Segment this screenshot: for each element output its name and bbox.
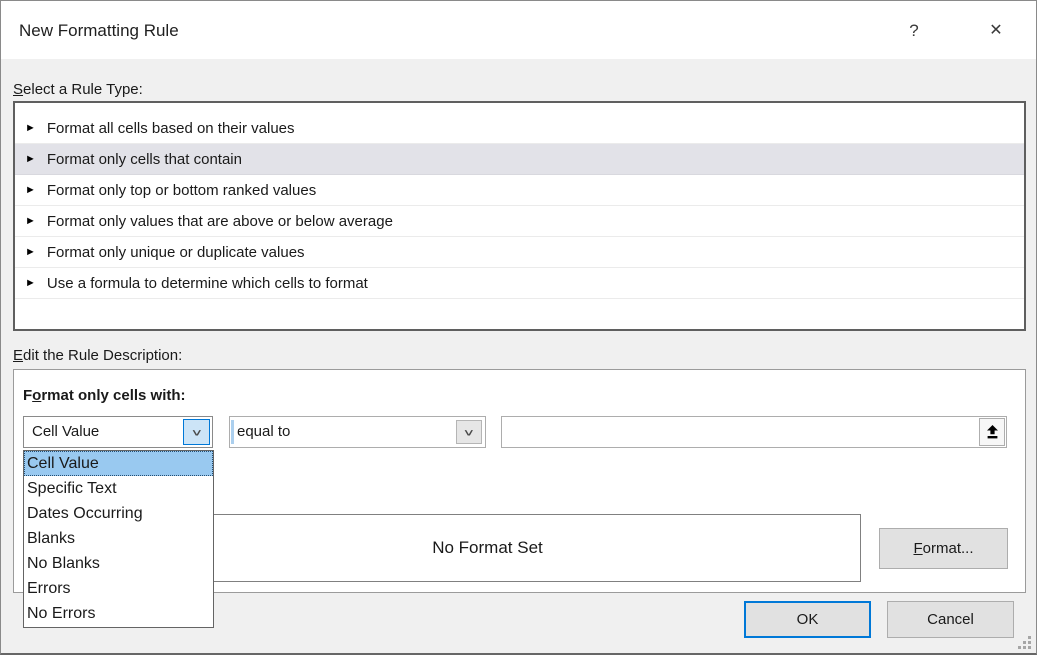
- caret-indicator: [231, 420, 234, 444]
- close-button[interactable]: ✕: [977, 14, 1015, 48]
- rule-type-item-label: Format all cells based on their values: [47, 120, 295, 137]
- ok-button[interactable]: OK: [744, 601, 871, 638]
- rule-type-item-unique-duplicate[interactable]: ► Format only unique or duplicate values: [15, 237, 1024, 268]
- help-button[interactable]: ?: [895, 14, 933, 48]
- cancel-button[interactable]: Cancel: [887, 601, 1014, 638]
- rule-type-item-cells-that-contain[interactable]: ► Format only cells that contain: [15, 144, 1024, 175]
- new-formatting-rule-dialog: New Formatting Rule ? ✕ Select a Rule Ty…: [0, 0, 1037, 655]
- rule-type-item-label: Use a formula to determine which cells t…: [47, 275, 368, 292]
- rule-arrow-icon: ►: [25, 278, 36, 289]
- resize-grip-icon[interactable]: [1018, 636, 1031, 649]
- rule-arrow-icon: ►: [25, 247, 36, 258]
- combobox-dropdown-button[interactable]: ∨: [456, 420, 482, 444]
- dropdown-option-errors[interactable]: Errors: [24, 576, 213, 601]
- rule-arrow-icon: ►: [25, 123, 36, 134]
- title-bar[interactable]: New Formatting Rule ? ✕: [1, 1, 1036, 59]
- operand-dropdown-list: Cell Value Specific Text Dates Occurring…: [23, 450, 214, 628]
- collapse-dialog-icon: [985, 425, 1000, 439]
- rule-type-item-label: Format only values that are above or bel…: [47, 213, 393, 230]
- page-title: New Formatting Rule: [19, 21, 179, 41]
- rule-arrow-icon: ►: [25, 216, 36, 227]
- rule-arrow-icon: ►: [25, 185, 36, 196]
- select-rule-type-label: Select a Rule Type:: [13, 81, 143, 98]
- cell-value-combobox[interactable]: Cell Value ∨: [23, 416, 213, 448]
- value-input[interactable]: [501, 416, 1007, 448]
- help-icon: ?: [909, 21, 918, 40]
- dropdown-option-blanks[interactable]: Blanks: [24, 526, 213, 551]
- rule-type-item-top-bottom[interactable]: ► Format only top or bottom ranked value…: [15, 175, 1024, 206]
- dropdown-option-no-blanks[interactable]: No Blanks: [24, 551, 213, 576]
- close-icon: ✕: [989, 22, 1002, 39]
- rule-type-listbox: ► Format all cells based on their values…: [13, 101, 1026, 331]
- combobox-dropdown-button[interactable]: ∨: [183, 419, 210, 445]
- rule-arrow-icon: ►: [25, 154, 36, 165]
- chevron-down-icon: ∨: [463, 427, 476, 436]
- edit-rule-description-label: Edit the Rule Description:: [13, 347, 182, 364]
- rule-type-item-cell-values[interactable]: ► Format all cells based on their values: [15, 113, 1024, 144]
- preview-text: No Format Set: [432, 538, 543, 558]
- collapse-dialog-button[interactable]: [979, 418, 1005, 446]
- chevron-down-icon: ∨: [190, 427, 203, 436]
- dropdown-option-dates-occurring[interactable]: Dates Occurring: [24, 501, 213, 526]
- rule-type-item-formula[interactable]: ► Use a formula to determine which cells…: [15, 268, 1024, 299]
- rule-type-item-label: Format only cells that contain: [47, 151, 242, 168]
- dropdown-option-no-errors[interactable]: No Errors: [24, 601, 213, 626]
- combobox-value: Cell Value: [32, 417, 99, 447]
- format-preview: No Format Set: [114, 514, 861, 582]
- format-button[interactable]: Format...: [879, 528, 1008, 569]
- format-only-cells-with-label: Format only cells with:: [23, 387, 186, 404]
- dropdown-option-cell-value[interactable]: Cell Value: [24, 451, 213, 476]
- rule-type-item-label: Format only top or bottom ranked values: [47, 182, 316, 199]
- combobox-value: equal to: [237, 417, 290, 447]
- operator-combobox[interactable]: equal to ∨: [229, 416, 486, 448]
- rule-type-item-above-below-average[interactable]: ► Format only values that are above or b…: [15, 206, 1024, 237]
- dropdown-option-specific-text[interactable]: Specific Text: [24, 476, 213, 501]
- rule-type-item-label: Format only unique or duplicate values: [47, 244, 305, 261]
